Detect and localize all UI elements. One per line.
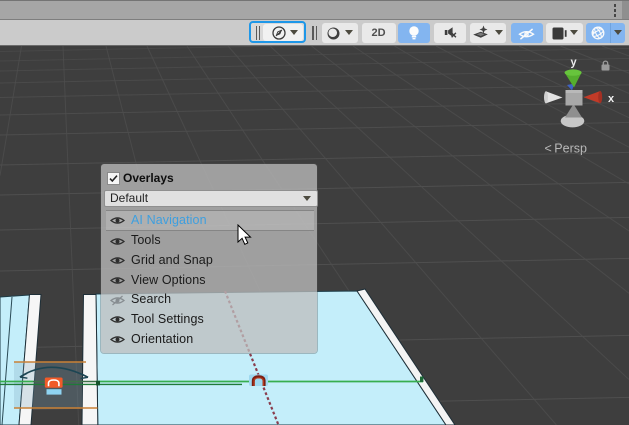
svg-text:y: y — [571, 57, 578, 69]
svg-text:x: x — [608, 93, 615, 105]
svg-text:< Persp: < Persp — [545, 142, 588, 156]
